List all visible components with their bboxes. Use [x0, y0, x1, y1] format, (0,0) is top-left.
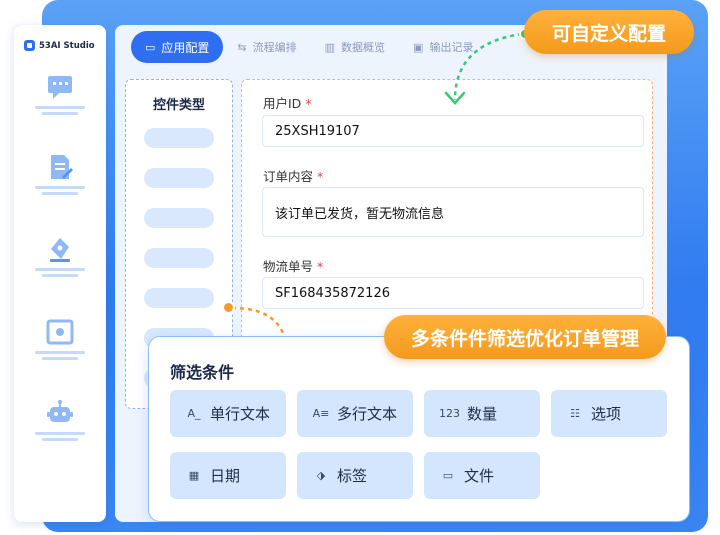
sidebar-item-chat[interactable]	[35, 73, 85, 129]
chip-label: 数量	[467, 405, 498, 423]
tab-label: 应用配置	[161, 40, 210, 55]
chat-icon	[48, 76, 72, 99]
chip-label: 多行文本	[337, 405, 398, 423]
field-label-text: 订单内容	[263, 169, 314, 184]
app-config-icon: ▭	[145, 40, 156, 54]
tab-app-config[interactable]: ▭ 应用配置	[131, 31, 224, 63]
custom-config-callout: 可自定义配置	[524, 10, 694, 54]
chip-label: 标签	[337, 467, 368, 485]
field-label-tracking-number: 物流单号 *	[263, 256, 323, 275]
required-mark: *	[317, 259, 324, 274]
filter-chip-date[interactable]: ▦ 日期	[170, 452, 286, 499]
field-label-user-id: 用户ID *	[263, 93, 312, 112]
chip-label: 选项	[591, 405, 622, 423]
filter-chip-single-line-text[interactable]: A_ 单行文本	[170, 390, 286, 437]
brand-name: 53AI Studio	[39, 40, 95, 51]
nav-line	[42, 274, 78, 277]
tag-icon: ⬗	[316, 469, 326, 482]
sidebar-item-robot[interactable]	[35, 399, 85, 455]
nav-line	[35, 432, 85, 435]
chip-label: 文件	[464, 467, 495, 485]
tab-label: 流程编排	[252, 41, 297, 54]
tab-output-records[interactable]: ▣ 输出记录	[399, 31, 487, 63]
chip-label: 日期	[210, 467, 241, 485]
multi-line-text-icon: A≡	[312, 407, 330, 420]
filter-chip-multi-line-text[interactable]: A≡ 多行文本	[297, 390, 413, 437]
pen-nib-icon	[50, 238, 70, 262]
record-icon: ▣	[413, 40, 424, 54]
required-mark: *	[305, 96, 312, 111]
control-type-item[interactable]	[144, 168, 214, 188]
filter-chip-file[interactable]: ▭ 文件	[424, 452, 540, 499]
robot-icon	[47, 400, 73, 422]
number-icon: 123	[439, 407, 460, 420]
order-content-textarea[interactable]: 该订单已发货，暂无物流信息	[262, 187, 644, 237]
field-label-order-content: 订单内容 *	[263, 166, 323, 185]
flow-icon: ⇆	[237, 40, 247, 54]
tab-data-overview[interactable]: ▥ 数据概览	[311, 31, 399, 63]
tab-label: 数据概览	[341, 41, 386, 54]
field-label-text: 物流单号	[263, 259, 314, 274]
document-edit-icon	[51, 155, 73, 179]
filter-chip-number[interactable]: 123 数量	[424, 390, 540, 437]
connector-dot	[222, 301, 235, 314]
nav-line	[35, 186, 85, 189]
required-mark: *	[317, 169, 324, 184]
image-frame-icon	[46, 319, 74, 345]
sidebar-item-writing[interactable]	[35, 235, 85, 291]
filter-chip-tag[interactable]: ⬗ 标签	[297, 452, 413, 499]
tab-flow[interactable]: ⇆ 流程编排	[223, 31, 310, 63]
folder-icon: ▭	[442, 469, 454, 482]
nav-line	[42, 357, 78, 360]
options-icon: ☷	[570, 407, 580, 420]
tracking-number-input[interactable]: SF168435872126	[262, 277, 644, 309]
user-id-input[interactable]: 25XSH19107	[262, 115, 644, 147]
tab-label: 输出记录	[429, 41, 474, 54]
nav-line	[42, 192, 78, 195]
nav-line	[35, 351, 85, 354]
brand-logo-icon	[24, 40, 35, 51]
control-type-item[interactable]	[144, 248, 214, 268]
filter-chip-options[interactable]: ☷ 选项	[551, 390, 667, 437]
chip-label: 单行文本	[210, 405, 271, 423]
nav-line	[35, 268, 85, 271]
sidebar: 53AI Studio	[14, 25, 106, 522]
field-label-text: 用户ID	[263, 96, 302, 111]
nav-line	[35, 106, 85, 109]
bar-chart-icon: ▥	[324, 40, 336, 54]
filter-optimize-callout: 多条件件筛选优化订单管理	[384, 315, 666, 359]
filter-title: 筛选条件	[170, 363, 235, 382]
control-type-item[interactable]	[144, 208, 214, 228]
control-type-item[interactable]	[144, 288, 214, 308]
nav-line	[42, 438, 78, 441]
sidebar-item-image[interactable]	[35, 318, 85, 374]
single-line-text-icon: A_	[187, 407, 201, 420]
control-type-item[interactable]	[144, 128, 214, 148]
control-type-title: 控件类型	[152, 98, 205, 113]
filter-card: 筛选条件 A_ 单行文本 A≡ 多行文本 123 数量 ☷ 选项 ▦ 日期 ⬗ …	[148, 336, 690, 522]
nav-line	[42, 112, 78, 115]
brand[interactable]: 53AI Studio	[24, 40, 95, 51]
calendar-icon: ▦	[188, 469, 200, 482]
sidebar-item-document[interactable]	[35, 153, 85, 209]
